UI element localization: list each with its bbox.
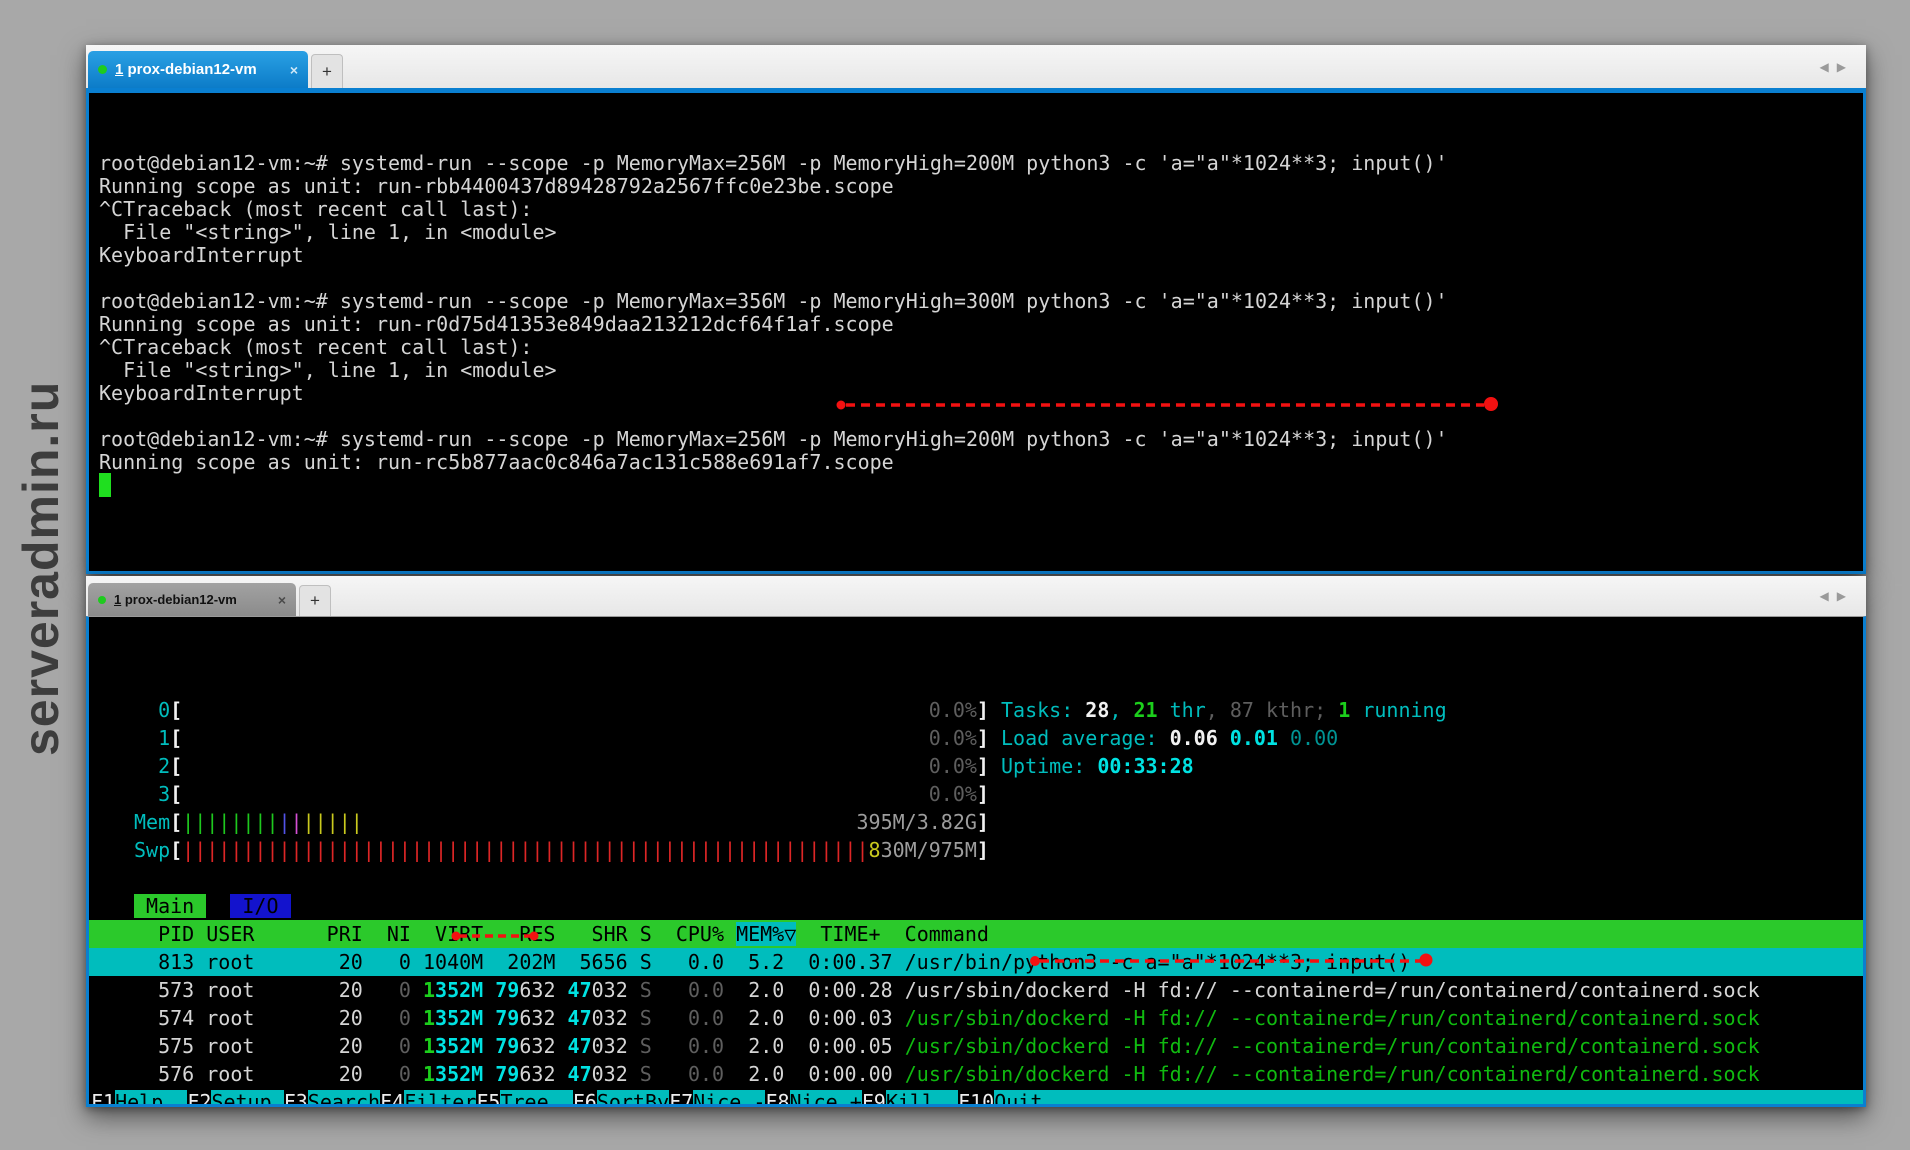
htop-function-key-bar[interactable]: F1Help F2Setup F3SearchF4FilterF5Tree F6…	[89, 1088, 1863, 1107]
terminal-line	[99, 267, 1853, 290]
terminal-screen-htop[interactable]: 0[ 0.0%] Tasks: 28, 21 thr, 87 kthr; 1 r…	[86, 616, 1866, 1107]
terminal-line: 3[ 0.0%]	[89, 780, 1863, 808]
terminal-line: Running scope as unit: run-rbb4400437d89…	[99, 175, 1853, 198]
terminal-line	[99, 474, 1853, 497]
tab-scroll-arrows[interactable]: ◀▶	[1820, 589, 1854, 603]
terminal-line: 576 root 20 0 1352M 79632 47032 S 0.0 2.…	[89, 1060, 1863, 1088]
terminal-line[interactable]: 813 root 20 0 1040M 202M 5656 S 0.0 5.2 …	[89, 948, 1863, 976]
terminal-window-top: 1 prox-debian12-vm × + ◀▶ root@debian12-…	[86, 45, 1866, 574]
terminal-line: File "<string>", line 1, in <module>	[99, 359, 1853, 382]
tab-scroll-right-icon[interactable]: ▶	[1837, 60, 1854, 74]
terminal-line: root@debian12-vm:~# systemd-run --scope …	[99, 152, 1853, 175]
terminal-line: 1[ 0.0%] Load average: 0.06 0.01 0.00	[89, 724, 1863, 752]
terminal-line: PID USER PRI NI VIRT RES SHR S CPU% MEM%…	[89, 920, 1863, 948]
tab-scroll-arrows[interactable]: ◀▶	[1820, 60, 1854, 74]
terminal-line	[89, 864, 1863, 892]
terminal-line: ^CTraceback (most recent call last):	[99, 336, 1853, 359]
tab-close-icon[interactable]: ×	[278, 593, 286, 607]
tab-scroll-left-icon[interactable]: ◀	[1820, 60, 1837, 74]
session-status-dot	[98, 65, 107, 74]
terminal-line: 575 root 20 0 1352M 79632 47032 S 0.0 2.…	[89, 1032, 1863, 1060]
tab-title: 1 prox-debian12-vm	[115, 61, 257, 78]
terminal-line: Running scope as unit: run-r0d75d41353e8…	[99, 313, 1853, 336]
terminal-line: File "<string>", line 1, in <module>	[99, 221, 1853, 244]
tab-close-icon[interactable]: ×	[290, 63, 298, 77]
tab-title: 1 prox-debian12-vm	[114, 592, 237, 607]
terminal-line: Main I/O	[89, 892, 1863, 920]
terminal-screen-shell[interactable]: root@debian12-vm:~# systemd-run --scope …	[86, 88, 1866, 574]
terminal-line	[99, 405, 1853, 428]
tab-scroll-left-icon[interactable]: ◀	[1820, 589, 1837, 603]
session-tab[interactable]: 1 prox-debian12-vm ×	[88, 583, 296, 616]
terminal-line: root@debian12-vm:~# systemd-run --scope …	[99, 428, 1853, 451]
terminal1-content: root@debian12-vm:~# systemd-run --scope …	[89, 141, 1863, 508]
terminal-line: 574 root 20 0 1352M 79632 47032 S 0.0 2.…	[89, 1004, 1863, 1032]
new-tab-button[interactable]: +	[299, 585, 331, 616]
terminal-line: KeyboardInterrupt	[99, 244, 1853, 267]
terminal-line: KeyboardInterrupt	[99, 382, 1853, 405]
desktop: { "watermark": { "text": "serveradmin.ru…	[0, 0, 1910, 1150]
terminal-line: 573 root 20 0 1352M 79632 47032 S 0.0 2.…	[89, 976, 1863, 1004]
session-status-dot	[98, 596, 106, 604]
new-tab-button[interactable]: +	[311, 54, 343, 88]
terminal-window-bottom: 1 prox-debian12-vm × + ◀▶ 0[ 0.0%] Tasks…	[86, 576, 1866, 1107]
tab-bar: 1 prox-debian12-vm × + ◀▶	[86, 45, 1866, 88]
session-tab[interactable]: 1 prox-debian12-vm ×	[88, 51, 308, 88]
tab-bar: 1 prox-debian12-vm × + ◀▶	[86, 576, 1866, 616]
terminal-line: Running scope as unit: run-rc5b877aac0c8…	[99, 451, 1853, 474]
terminal-line: Mem[||||||||||||||| 395M/3.82G]	[89, 808, 1863, 836]
terminal-line: 0[ 0.0%] Tasks: 28, 21 thr, 87 kthr; 1 r…	[89, 696, 1863, 724]
tab-scroll-right-icon[interactable]: ▶	[1837, 589, 1854, 603]
terminal2-content: 0[ 0.0%] Tasks: 28, 21 thr, 87 kthr; 1 r…	[89, 665, 1863, 1107]
terminal-line: Swp[||||||||||||||||||||||||||||||||||||…	[89, 836, 1863, 864]
terminal-line: root@debian12-vm:~# systemd-run --scope …	[99, 290, 1853, 313]
terminal-line: 2[ 0.0%] Uptime: 00:33:28	[89, 752, 1863, 780]
terminal-line: ^CTraceback (most recent call last):	[99, 198, 1853, 221]
watermark-text: serveradmin.ru	[12, 294, 70, 842]
